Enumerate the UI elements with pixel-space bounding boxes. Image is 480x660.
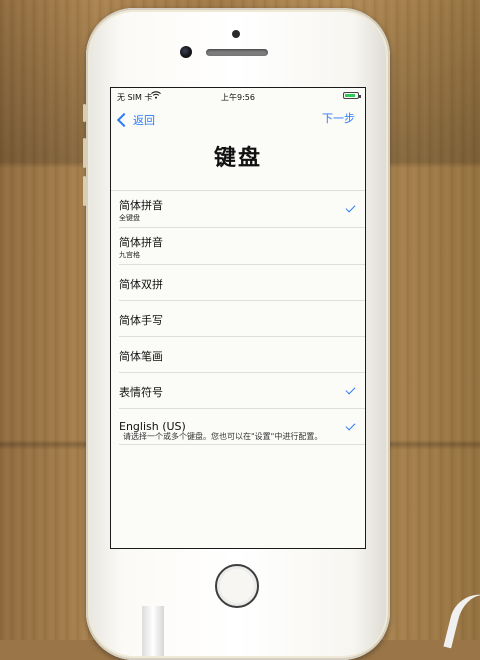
page-title: 键盘 (213, 146, 262, 171)
front-sensor (232, 30, 240, 38)
keyboard-option-row[interactable]: 简体手写 (119, 301, 365, 337)
checkmark-icon (345, 202, 356, 213)
back-button[interactable]: 返回 (116, 112, 155, 128)
checkmark-icon (345, 384, 356, 395)
earpiece-speaker (206, 49, 268, 56)
footer-hint: 请选择一个或多个键盘。您也可以在"设置"中进行配置。 (123, 432, 323, 441)
keyboard-option-row[interactable]: 简体双拼 (119, 265, 365, 301)
checkmark-icon (345, 420, 356, 431)
keyboard-option-row[interactable]: 简体拼音 九宫格 (119, 228, 365, 265)
keyboard-option-row[interactable]: 简体拼音 全键盘 (119, 191, 365, 228)
keyboard-option-label: 简体双拼 (119, 278, 163, 291)
keyboard-list: 简体拼音 全键盘 简体拼音 九宫格 简体双拼 简体手写 简体笔画 表情符号 English (U… (111, 190, 365, 445)
mute-switch (83, 104, 86, 122)
back-button-label: 返回 (133, 114, 155, 127)
keyboard-option-row[interactable]: 表情符号 (119, 373, 365, 409)
volume-up-button (83, 138, 86, 168)
status-time: 上午9:56 (221, 93, 255, 102)
keyboard-option-label: 表情符号 (119, 386, 163, 399)
keyboard-option-label: 简体拼音 (119, 199, 163, 212)
home-button[interactable] (215, 564, 259, 608)
chevron-left-icon (116, 112, 132, 128)
keyboard-option-label: 简体笔画 (119, 350, 163, 363)
keyboard-option-sublabel: 九宫格 (119, 251, 140, 259)
front-camera-icon (180, 46, 192, 58)
status-bar: 无 SIM 卡 上午9:56 (111, 88, 365, 106)
phone-screen: 无 SIM 卡 上午9:56 返回 下一步 键盘 简体拼音 全键盘 简体拼音 九宫格简… (110, 87, 366, 549)
battery-level-fill (345, 94, 355, 97)
battery-nub (359, 95, 361, 98)
keyboard-option-label: 简体拼音 (119, 236, 163, 249)
keyboard-option-label: 简体手写 (119, 314, 163, 327)
volume-down-button (83, 176, 86, 206)
next-button[interactable]: 下一步 (322, 110, 355, 126)
keyboard-option-sublabel: 全键盘 (119, 214, 140, 222)
keyboard-option-row[interactable]: 简体笔画 (119, 337, 365, 373)
lightning-cable (142, 606, 164, 656)
battery-icon (343, 92, 361, 99)
